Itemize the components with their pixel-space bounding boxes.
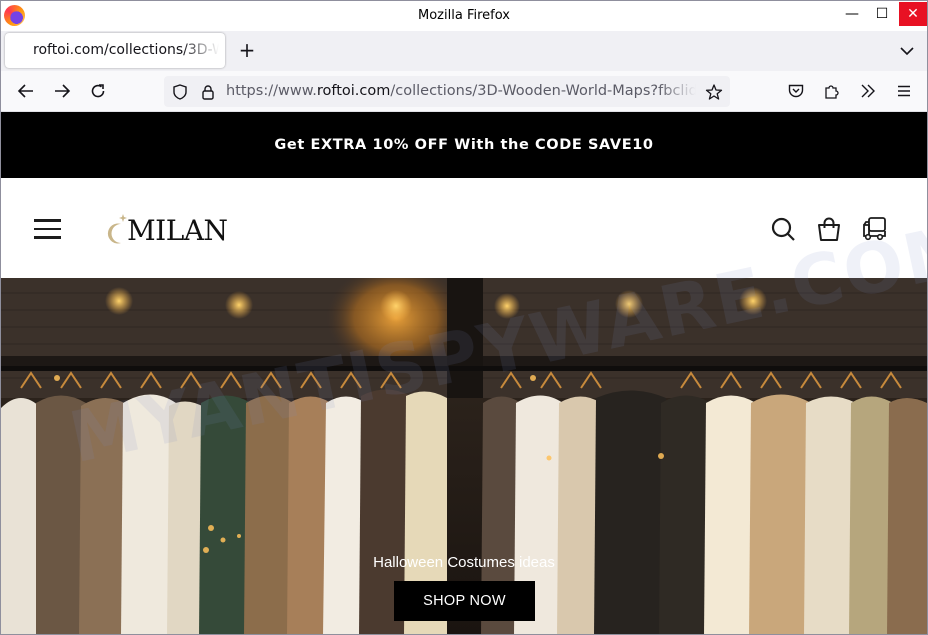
tab-strip: roftoi.com/collections/3D-Wooden-World-M… [1,31,927,71]
forward-button[interactable] [50,79,74,103]
pocket-icon [788,84,804,98]
moon-star-logo-icon [105,214,127,246]
site-header: MILAN [1,178,927,278]
hamburger-menu-icon [898,85,910,97]
address-bar[interactable]: https://www.roftoi.com/collections/3D-Wo… [164,76,730,107]
minimize-button[interactable]: — [837,1,867,27]
menu-bar-line [34,227,61,230]
shopping-bag-icon[interactable] [816,216,842,242]
close-window-button[interactable]: ✕ [899,2,927,26]
double-chevron-right-icon [861,84,875,98]
menu-bar-line [34,219,61,222]
hero-banner[interactable]: Halloween Costumes ideas SHOP NOW [1,278,927,634]
web-page: Get EXTRA 10% OFF With the CODE SAVE10 M… [1,112,927,634]
extensions-button[interactable] [820,79,844,103]
title-bar: Mozilla Firefox — ☐ ✕ [1,1,927,31]
url-prefix: https://www. [226,83,317,99]
menu-bar-line [34,236,61,239]
app-menu-button[interactable] [892,79,916,103]
back-button[interactable] [14,79,38,103]
puzzle-piece-icon [825,85,839,99]
list-all-tabs-button[interactable] [897,41,917,61]
tab-title: roftoi.com/collections/3D-Wooden-World-M… [33,42,219,58]
arrow-left-icon [17,84,33,98]
tab-active[interactable]: roftoi.com/collections/3D-Wooden-World-M… [5,33,225,68]
url-domain: roftoi.com [316,83,391,99]
more-tools-button[interactable] [856,79,880,103]
promo-banner: Get EXTRA 10% OFF With the CODE SAVE10 [1,112,927,178]
search-icon[interactable] [770,216,796,242]
maximize-button[interactable]: ☐ [867,1,897,27]
tracking-protection-shield-icon[interactable] [170,82,190,102]
pocket-button[interactable] [784,79,808,103]
track-order-truck-icon[interactable] [862,216,888,242]
arrow-right-icon [55,84,71,98]
shop-now-button[interactable]: SHOP NOW [394,581,535,621]
site-menu-button[interactable] [34,219,61,239]
url-path: /collections/3D-Wooden-World-Maps?fbclid… [390,83,696,99]
lock-icon[interactable] [198,82,218,102]
chevron-down-icon [900,47,914,56]
bookmark-star-icon[interactable] [704,82,724,102]
site-logo[interactable]: MILAN [105,206,228,246]
new-tab-button[interactable]: + [235,39,259,63]
reload-button[interactable] [86,79,110,103]
browser-window: Mozilla Firefox — ☐ ✕ roftoi.com/collect… [0,0,928,635]
url-text[interactable]: https://www.roftoi.com/collections/3D-Wo… [226,83,696,99]
reload-icon [91,84,105,98]
hero-caption: Halloween Costumes ideas [373,554,555,571]
navigation-toolbar: https://www.roftoi.com/collections/3D-Wo… [1,71,927,112]
window-title: Mozilla Firefox [418,8,510,23]
logo-text: MILAN [127,214,228,247]
